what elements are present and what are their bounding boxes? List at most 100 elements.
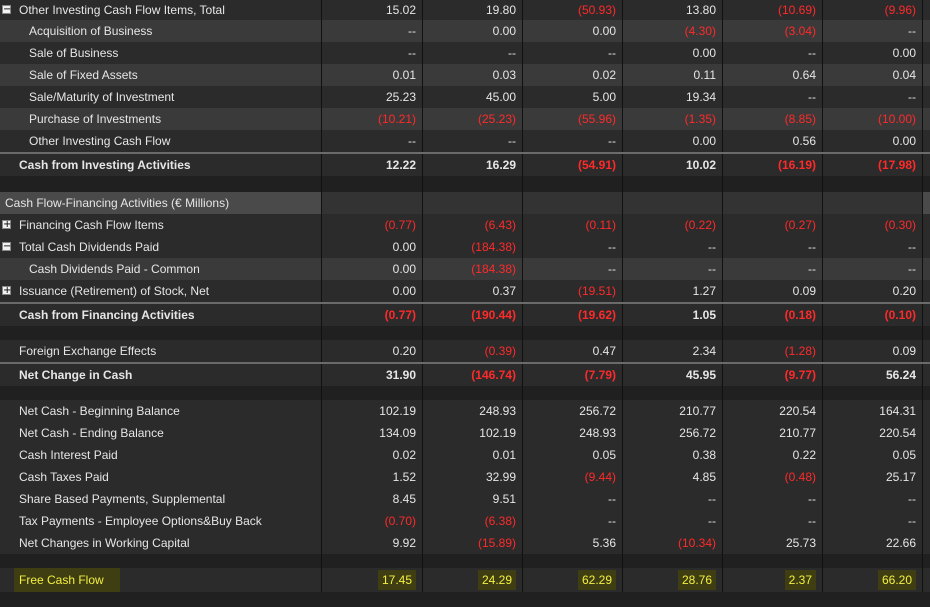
value-cell: 164.31 — [823, 400, 923, 422]
value-text: (0.27) — [784, 218, 816, 232]
value-text: (16.19) — [777, 158, 816, 172]
value-text: (0.77) — [384, 218, 416, 232]
value-cell: 24.29 — [423, 568, 523, 592]
value-cell — [723, 176, 823, 192]
collapse-icon[interactable]: − — [2, 242, 11, 252]
value-cell: (3.04) — [723, 20, 823, 42]
value-cell: 0.03 — [423, 64, 523, 86]
row-label-cell: + Issuance (Retirement) of Stock, Net — [0, 280, 322, 302]
value-text: 0.00 — [492, 24, 516, 38]
value-text: -- — [808, 240, 816, 254]
value-cell: (9.96) — [823, 0, 923, 20]
value-cell: 256.72 — [623, 422, 723, 444]
row-label: Cash Dividends Paid - Common — [29, 262, 200, 276]
value-text: (19.51) — [577, 284, 616, 298]
value-text: (6.43) — [484, 218, 516, 232]
value-text: (25.23) — [477, 112, 516, 126]
value-cell: 1.52 — [322, 466, 423, 488]
value-text: 0.01 — [492, 448, 516, 462]
row-label-cell: Other Investing Cash Flow — [0, 130, 322, 152]
value-text: 0.01 — [392, 68, 416, 82]
value-text: (8.85) — [784, 112, 816, 126]
value-text: 164.31 — [879, 404, 916, 418]
row-financing-cash-flow-items[interactable]: + Financing Cash Flow Items (0.77) (6.43) (0… — [0, 214, 930, 236]
value-text: 0.00 — [392, 240, 416, 254]
value-cell — [723, 386, 823, 400]
value-text: -- — [608, 492, 616, 506]
value-cell: (9.77) — [723, 364, 823, 386]
value-cell: -- — [823, 236, 923, 258]
row-net-cash-beginning-balance: Net Cash - Beginning Balance 102.19 248.93… — [0, 400, 930, 422]
expand-icon[interactable]: + — [2, 220, 11, 230]
value-text: 56.24 — [885, 368, 916, 382]
value-cell: 22.66 — [823, 532, 923, 554]
value-text: 2.37 — [784, 570, 816, 590]
row-label: Share Based Payments, Supplemental — [19, 492, 226, 506]
value-text: -- — [408, 46, 416, 60]
row-label-cell: Sale of Business — [0, 42, 322, 64]
value-cell: -- — [523, 130, 623, 152]
value-cell: 19.80 — [423, 0, 523, 20]
value-text: 45.95 — [685, 368, 716, 382]
value-cell: (10.21) — [322, 108, 423, 130]
row-other-investing-cash-flow-items-total[interactable]: − Other Investing Cash Flow Items, Total 1… — [0, 0, 930, 20]
value-text: 0.37 — [492, 284, 516, 298]
value-text: (1.28) — [784, 344, 816, 358]
row-label: Sale/Maturity of Investment — [29, 90, 175, 104]
cash-flow-table: − Other Investing Cash Flow Items, Total 1… — [0, 0, 930, 607]
row-label-cell: Net Change in Cash — [0, 364, 322, 386]
value-cell: -- — [322, 42, 423, 64]
value-text: 16.29 — [485, 158, 516, 172]
value-cell: -- — [523, 510, 623, 532]
value-text: (0.10) — [884, 308, 916, 322]
value-cell: 256.72 — [523, 400, 623, 422]
spacer-row — [0, 554, 930, 568]
value-cell: (0.39) — [423, 340, 523, 362]
row-tax-payments-employee-options-buy-back: Tax Payments - Employee Options&Buy Back… — [0, 510, 930, 532]
value-cell: 19.34 — [623, 86, 723, 108]
value-text: (146.74) — [471, 368, 516, 382]
value-cell: 0.00 — [823, 42, 923, 64]
value-text: (0.30) — [884, 218, 916, 232]
row-label: Sale of Fixed Assets — [29, 68, 138, 82]
value-cell: (1.35) — [623, 108, 723, 130]
value-cell: (7.79) — [523, 364, 623, 386]
value-cell: 0.00 — [322, 258, 423, 280]
value-text: (50.93) — [577, 3, 616, 17]
value-text: 0.09 — [792, 284, 816, 298]
value-cell: (10.34) — [623, 532, 723, 554]
value-text: 248.93 — [479, 404, 516, 418]
row-label: Net Changes in Working Capital — [19, 536, 190, 550]
value-text: -- — [608, 46, 616, 60]
value-cell: 0.00 — [623, 130, 723, 152]
value-cell: 62.29 — [523, 568, 623, 592]
row-total-cash-dividends-paid[interactable]: − Total Cash Dividends Paid 0.00 (184.38) --… — [0, 236, 930, 258]
value-cell: 28.76 — [623, 568, 723, 592]
value-cell: 0.56 — [723, 130, 823, 152]
row-free-cash-flow: Free Cash Flow 17.45 24.29 62.29 28.76 2.37 66… — [0, 568, 930, 592]
expand-icon[interactable]: + — [2, 286, 11, 296]
value-cell — [823, 326, 923, 340]
value-text: 9.92 — [392, 536, 416, 550]
value-cell — [523, 192, 623, 214]
value-cell: 0.00 — [322, 236, 423, 258]
value-cell — [322, 176, 423, 192]
value-cell: (17.98) — [823, 154, 923, 176]
value-cell: (16.19) — [723, 154, 823, 176]
value-text: -- — [808, 46, 816, 60]
value-text: (54.91) — [577, 158, 616, 172]
value-cell: 248.93 — [523, 422, 623, 444]
value-text: 0.00 — [892, 46, 916, 60]
value-cell: 31.90 — [322, 364, 423, 386]
value-cell: 134.09 — [322, 422, 423, 444]
collapse-icon[interactable]: − — [2, 5, 11, 15]
value-text: -- — [808, 514, 816, 528]
value-cell: 220.54 — [823, 422, 923, 444]
row-issuance-retirement-of-stock-net[interactable]: + Issuance (Retirement) of Stock, Net 0.00… — [0, 280, 930, 302]
value-text: 5.00 — [592, 90, 616, 104]
value-cell: (0.11) — [523, 214, 623, 236]
value-cell: (10.69) — [723, 0, 823, 20]
value-text: -- — [808, 262, 816, 276]
value-cell — [723, 192, 823, 214]
value-cell — [823, 386, 923, 400]
